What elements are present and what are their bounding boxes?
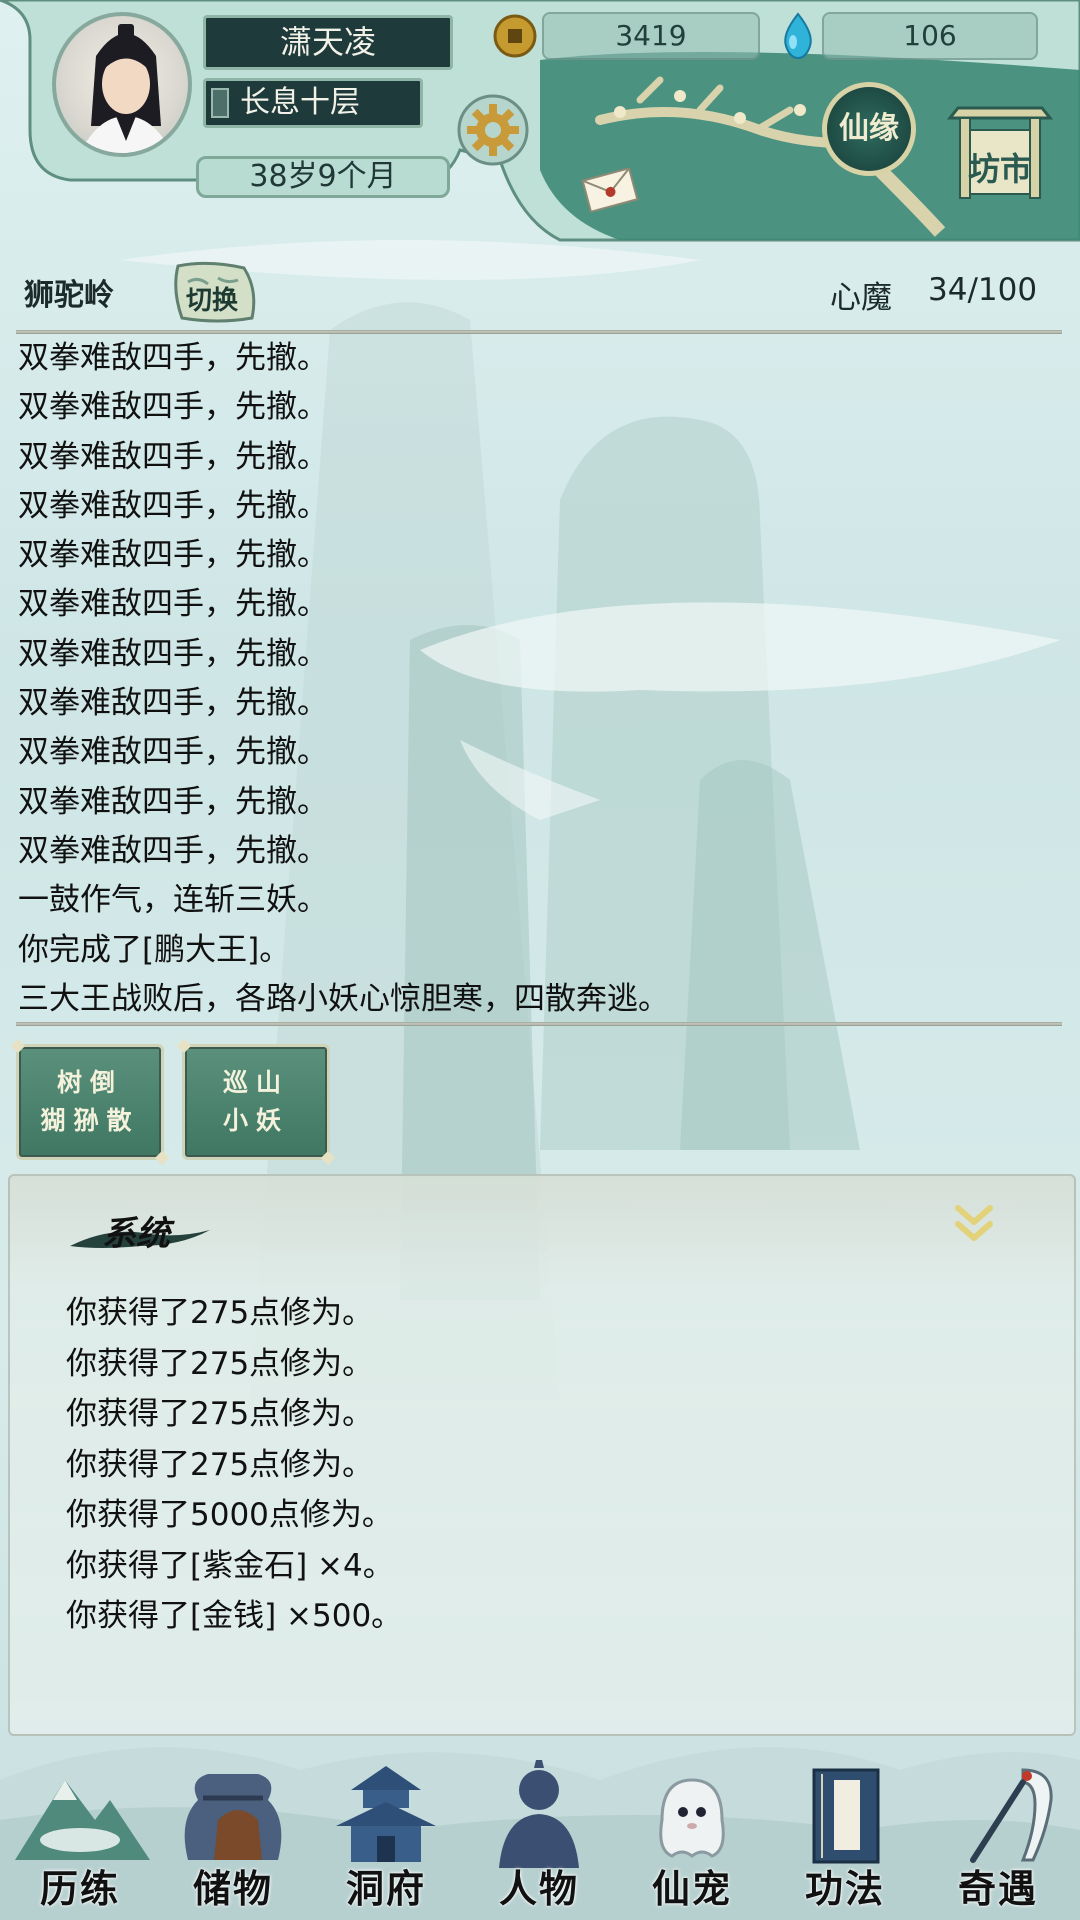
coins-counter: 3419: [542, 12, 760, 60]
nav-label: 历练: [39, 1866, 120, 1911]
location-name: 狮驼岭: [24, 278, 114, 313]
nav-label: 仙宠: [651, 1866, 732, 1911]
realm-label: 长息十层: [240, 85, 360, 120]
log-line: 双拳难敌四手，先撤。: [18, 586, 328, 623]
mountain-icon: [15, 1780, 150, 1860]
log-line: 双拳难敌四手，先撤。: [18, 734, 328, 771]
log-line: 双拳难敌四手，先撤。: [18, 685, 328, 722]
player-age: 38岁9个月: [196, 156, 450, 198]
player-realm: 长息十层: [203, 78, 423, 128]
nav-label: 功法: [804, 1866, 885, 1911]
ghost-pet-icon: [659, 1778, 725, 1858]
nav-label: 人物: [498, 1866, 579, 1911]
option-line: 巡山: [222, 1068, 289, 1097]
system-message: 你获得了275点修为。: [66, 1396, 374, 1432]
player-name: 潇天凌: [203, 15, 453, 70]
log-line: 双拳难敌四手，先撤。: [18, 340, 328, 376]
system-message: 你获得了275点修为。: [66, 1446, 374, 1483]
mail-icon[interactable]: [580, 168, 640, 212]
bottom-navigation: 历练 储物 洞府 人物 仙宠 功法 奇遇: [0, 1760, 1080, 1920]
xianyuan-button[interactable]: 仙缘: [822, 82, 916, 176]
coin-icon: [493, 14, 537, 58]
realm-progress-bar: [211, 88, 229, 118]
system-message: 你获得了275点修为。: [66, 1295, 374, 1331]
settings-gear-icon[interactable]: [455, 92, 531, 168]
system-panel: 系统 你获得了275点修为。 你获得了275点修为。 你获得了275点修为。 你…: [8, 1174, 1076, 1736]
switch-location-button[interactable]: 切换: [168, 260, 264, 326]
crane-icon: [970, 1768, 1053, 1863]
pagoda-icon: [336, 1766, 436, 1862]
log-line: 一鼓作气，连斩三妖。: [18, 882, 328, 919]
bag-icon: [184, 1774, 282, 1860]
system-title: 系统: [102, 1214, 170, 1254]
gems-counter: 106: [822, 12, 1038, 60]
system-message: 你获得了5000点修为。: [66, 1497, 393, 1533]
nav-label: 奇遇: [957, 1866, 1038, 1911]
option-line: 树倒: [56, 1068, 123, 1097]
nav-item-dongfu[interactable]: 洞府: [311, 1760, 461, 1920]
nav-item-gongfa[interactable]: 功法: [770, 1760, 920, 1920]
story-log: 双拳难敌四手，先撤。 双拳难敌四手，先撤。 双拳难敌四手，先撤。 双拳难敌四手，…: [18, 334, 1058, 1024]
fangshi-button[interactable]: 坊市: [942, 100, 1058, 200]
system-message: 你获得了275点修为。: [66, 1345, 374, 1382]
option-button-shudao[interactable]: 树倒 猢狲散: [16, 1044, 164, 1160]
system-message: 你获得了[金钱] ×500。: [66, 1598, 403, 1634]
person-icon: [499, 1760, 579, 1868]
player-avatar[interactable]: [52, 12, 192, 157]
fangshi-label: 坊市: [967, 150, 1032, 188]
option-line: 猢狲散: [40, 1106, 140, 1135]
log-line: 双拳难敌四手，先撤。: [18, 487, 328, 524]
log-line: 双拳难敌四手，先撤。: [18, 389, 328, 426]
switch-label: 切换: [186, 286, 239, 316]
nav-label: 储物: [192, 1866, 273, 1911]
nav-item-renwu[interactable]: 人物: [464, 1760, 614, 1920]
log-line: 双拳难敌四手，先撤。: [18, 783, 328, 820]
xinmo-label: 心魔: [830, 280, 892, 316]
option-button-xunshan[interactable]: 巡山 小妖: [182, 1044, 330, 1160]
log-line: 双拳难敌四手，先撤。: [18, 537, 328, 574]
log-line: 双拳难敌四手，先撤。: [18, 832, 328, 869]
nav-label: 洞府: [345, 1866, 426, 1911]
top-header: 潇天凌 长息十层 38岁9个月 3419 106 仙缘 坊市: [0, 0, 1080, 245]
system-log: 你获得了275点修为。 你获得了275点修为。 你获得了275点修为。 你获得了…: [66, 1288, 402, 1642]
option-line: 小妖: [222, 1106, 289, 1135]
chevron-double-down-icon[interactable]: [948, 1198, 1000, 1250]
log-line: 三大王战败后，各路小妖心惊胆寒，四散奔逃。: [18, 980, 669, 1017]
nav-item-xianchong[interactable]: 仙宠: [617, 1760, 767, 1920]
nav-item-chuwu[interactable]: 储物: [158, 1760, 308, 1920]
nav-item-lilian[interactable]: 历练: [5, 1760, 155, 1920]
book-icon: [812, 1768, 880, 1864]
log-bottom-divider: [16, 1022, 1062, 1026]
log-line: 你完成了[鹏大王]。: [18, 931, 291, 968]
spirit-gem-icon: [784, 12, 812, 60]
log-line: 双拳难敌四手，先撤。: [18, 438, 328, 475]
system-message: 你获得了[紫金石] ×4。: [66, 1547, 394, 1584]
xinmo-value: 34/100: [928, 272, 1038, 308]
nav-item-qiyu[interactable]: 奇遇: [923, 1760, 1073, 1920]
log-line: 双拳难敌四手，先撤。: [18, 635, 328, 672]
